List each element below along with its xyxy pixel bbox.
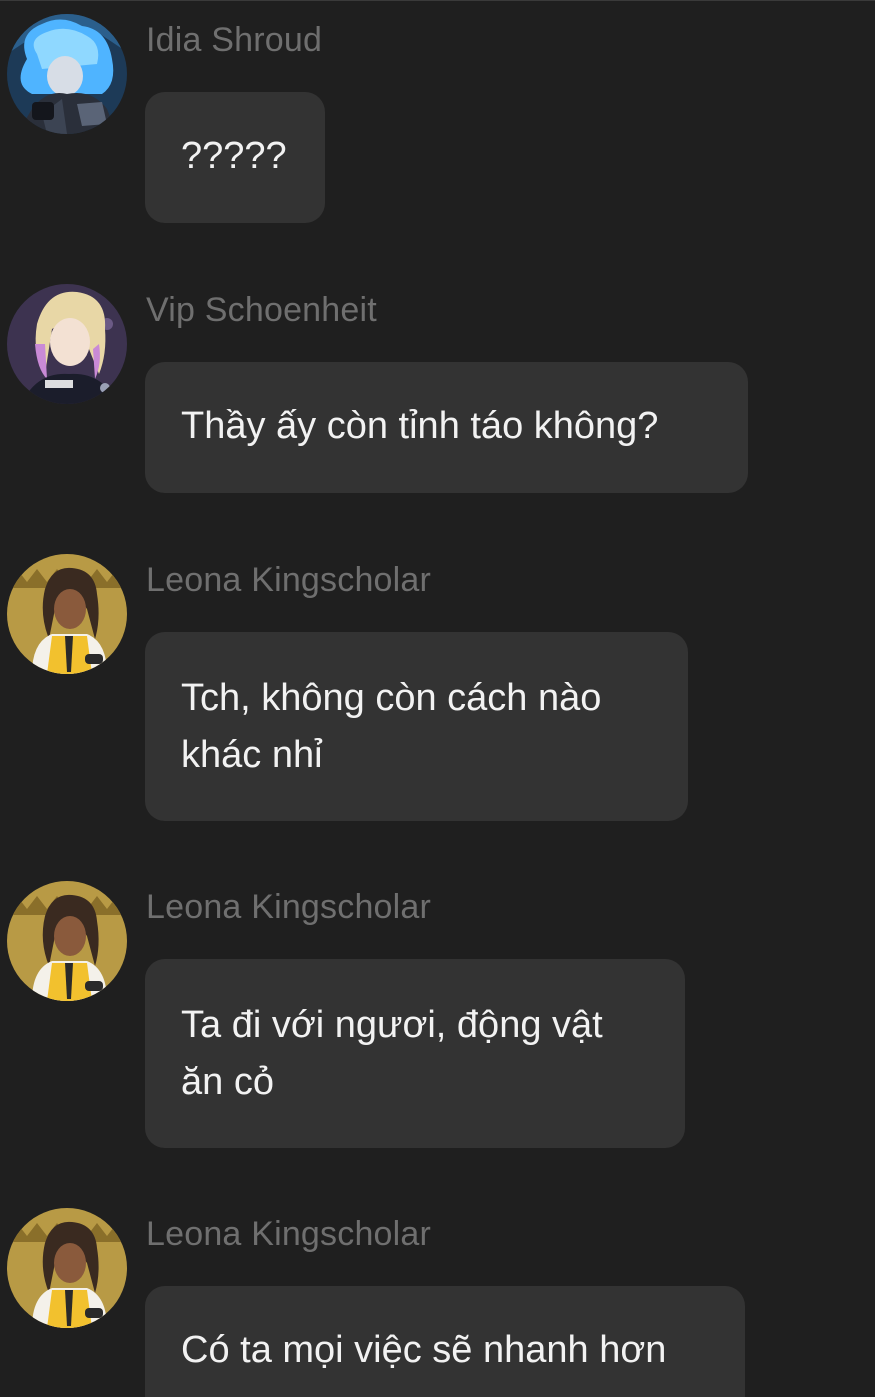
leona-avatar-icon bbox=[7, 881, 127, 1001]
message-text: Thầy ấy còn tỉnh táo không? bbox=[181, 405, 659, 447]
message-text: Ta đi với ngươi, động vật bbox=[181, 1004, 603, 1046]
sender-name: Leona Kingscholar bbox=[146, 888, 432, 926]
avatar[interactable] bbox=[7, 881, 127, 1001]
leona-avatar-icon bbox=[7, 554, 127, 674]
idia-avatar-icon bbox=[7, 14, 127, 134]
message-text: khác nhỉ bbox=[181, 734, 323, 776]
message-text: ăn cỏ bbox=[181, 1061, 274, 1103]
message-bubble[interactable]: Thầy ấy còn tỉnh táo không? bbox=[145, 362, 748, 493]
message-bubble[interactable]: Tch, không còn cách nào khác nhỉ bbox=[145, 632, 688, 821]
avatar[interactable] bbox=[7, 14, 127, 134]
message-bubble[interactable]: ????? bbox=[145, 92, 325, 223]
message-bubble[interactable]: Ta đi với ngươi, động vật ăn cỏ bbox=[145, 959, 685, 1148]
sender-name: Leona Kingscholar bbox=[146, 1215, 432, 1253]
message-text: ????? bbox=[181, 135, 287, 177]
sender-name: Idia Shroud bbox=[146, 21, 323, 59]
vil-avatar-icon bbox=[7, 284, 127, 404]
avatar[interactable] bbox=[7, 554, 127, 674]
message-text: Có ta mọi việc sẽ nhanh hơn bbox=[181, 1329, 667, 1371]
message-bubble[interactable]: Có ta mọi việc sẽ nhanh hơn bbox=[145, 1286, 745, 1397]
sender-name: Vip Schoenheit bbox=[146, 291, 377, 329]
sender-name: Leona Kingscholar bbox=[146, 561, 432, 599]
avatar[interactable] bbox=[7, 1208, 127, 1328]
leona-avatar-icon bbox=[7, 1208, 127, 1328]
message-text: Tch, không còn cách nào bbox=[181, 677, 602, 719]
avatar[interactable] bbox=[7, 284, 127, 404]
chat-message-list[interactable]: Idia Shroud ????? Vip Schoenheit Thầy ấy… bbox=[0, 0, 875, 1397]
